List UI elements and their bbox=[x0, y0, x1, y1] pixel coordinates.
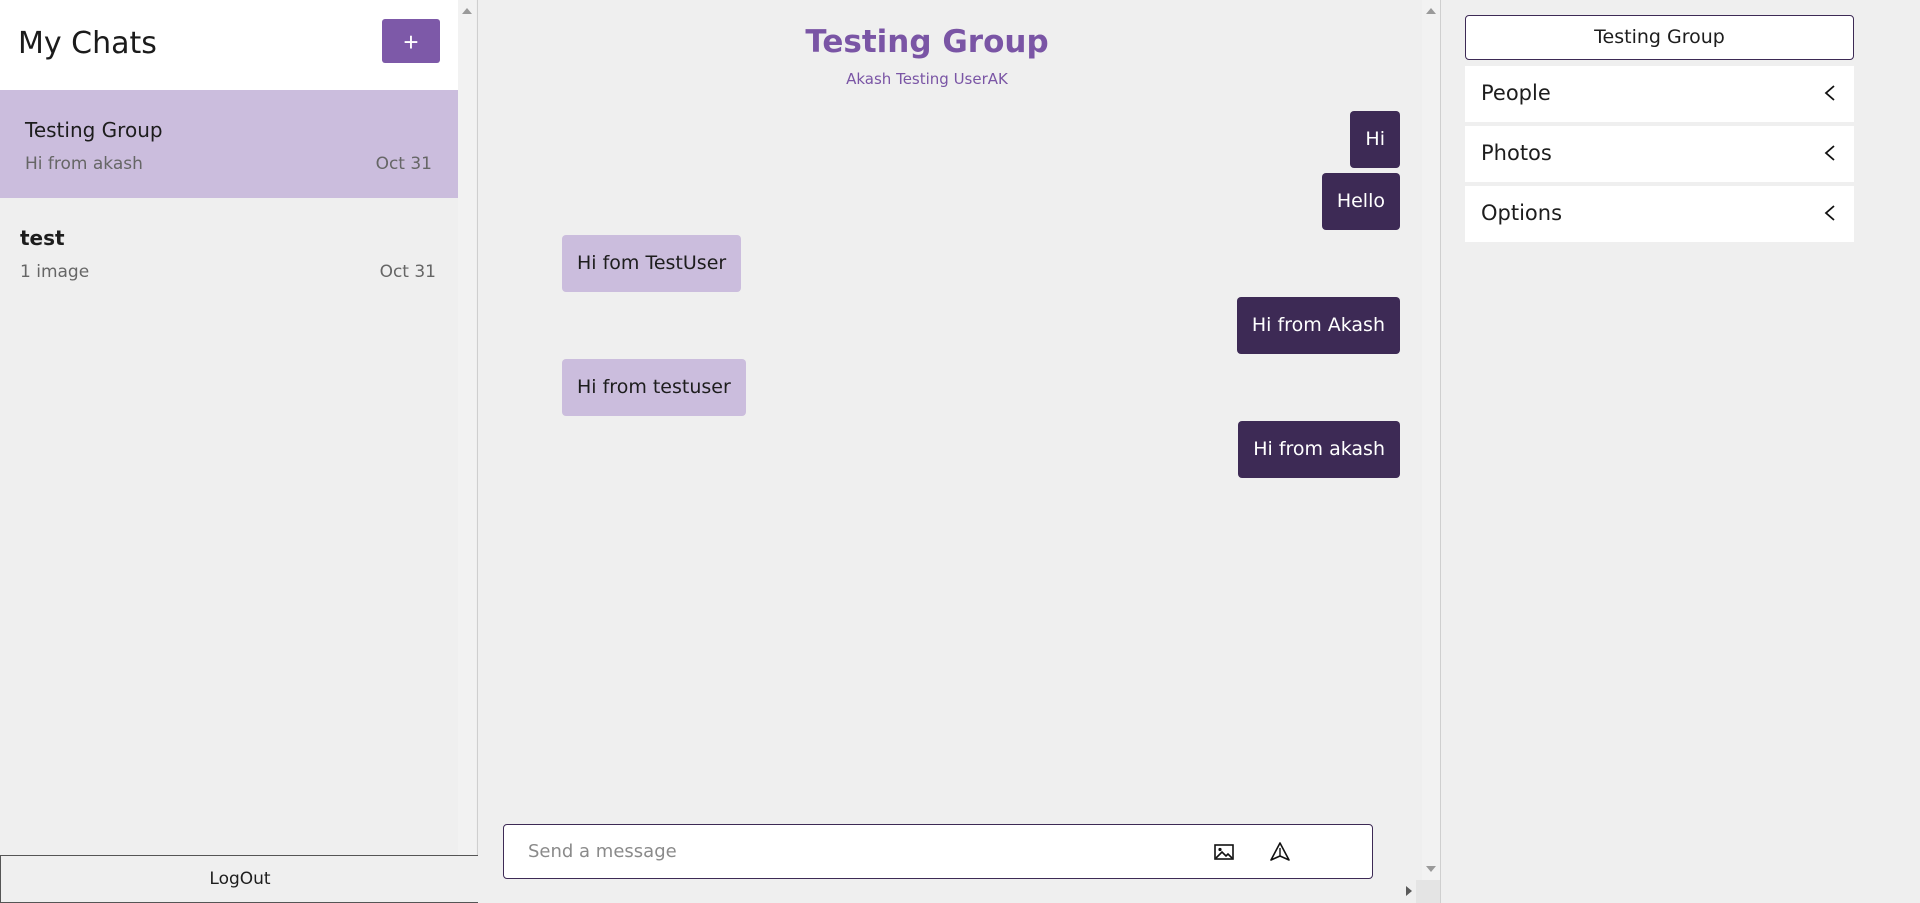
message-bubble-outgoing: Hi from Akash bbox=[1236, 297, 1400, 354]
accordion-label: Options bbox=[1481, 201, 1563, 225]
accordion-people[interactable]: People bbox=[1465, 66, 1854, 122]
logout-button[interactable]: LogOut bbox=[0, 855, 480, 903]
new-chat-button[interactable]: + bbox=[382, 19, 440, 63]
message-bubble-outgoing: Hello bbox=[1321, 173, 1400, 230]
sidebar-header: My Chats + bbox=[0, 0, 458, 90]
chat-item-name: Testing Group bbox=[25, 118, 163, 142]
chat-members: Akash Testing UserAK bbox=[846, 70, 1008, 88]
sidebar-scrollbar[interactable] bbox=[458, 0, 476, 855]
chat-item-date: Oct 31 bbox=[375, 154, 432, 174]
sidebar-title: My Chats bbox=[18, 26, 157, 61]
chat-list: My Chats + Testing Group Hi from akash O… bbox=[0, 0, 458, 855]
send-icon[interactable] bbox=[1268, 840, 1292, 864]
accordion-label: People bbox=[1481, 81, 1551, 105]
scrollbar-corner bbox=[1416, 880, 1440, 903]
scroll-right-arrow-icon[interactable] bbox=[1406, 886, 1412, 896]
details-title: Testing Group bbox=[1465, 15, 1854, 60]
chat-details-panel: Testing Group People Photos Options bbox=[1440, 0, 1920, 903]
chat-list-sidebar: My Chats + Testing Group Hi from akash O… bbox=[0, 0, 480, 903]
chevron-left-icon bbox=[1820, 83, 1840, 103]
scroll-down-arrow-icon[interactable] bbox=[1426, 866, 1436, 872]
chat-item-preview: Hi from akash bbox=[25, 154, 143, 174]
image-icon[interactable] bbox=[1212, 840, 1236, 864]
chat-title: Testing Group bbox=[805, 24, 1049, 60]
chat-scrollbar[interactable] bbox=[1422, 0, 1440, 880]
accordion-photos[interactable]: Photos bbox=[1465, 126, 1854, 182]
chat-item-testing-group[interactable]: Testing Group Hi from akash Oct 31 bbox=[0, 90, 458, 198]
chat-item-test[interactable]: test 1 image Oct 31 bbox=[0, 198, 458, 306]
accordion-label: Photos bbox=[1481, 141, 1552, 165]
message-bubble-incoming: Hi fom TestUser bbox=[562, 235, 742, 292]
message-composer bbox=[503, 824, 1373, 879]
chat-main: Testing Group Akash Testing UserAK Hi He… bbox=[478, 0, 1440, 903]
scroll-up-arrow-icon[interactable] bbox=[1426, 8, 1436, 14]
chat-item-preview: 1 image bbox=[20, 262, 90, 282]
message-bubble-outgoing: Hi bbox=[1350, 111, 1400, 168]
chevron-left-icon bbox=[1820, 203, 1840, 223]
message-input[interactable] bbox=[526, 825, 1206, 877]
accordion-options[interactable]: Options bbox=[1465, 186, 1854, 242]
chat-item-date: Oct 31 bbox=[379, 262, 436, 282]
chat-item-name: test bbox=[20, 226, 65, 250]
message-bubble-outgoing: Hi from akash bbox=[1238, 421, 1400, 478]
scroll-up-arrow-icon[interactable] bbox=[462, 8, 472, 14]
chevron-left-icon bbox=[1820, 143, 1840, 163]
message-bubble-incoming: Hi from testuser bbox=[562, 359, 746, 416]
